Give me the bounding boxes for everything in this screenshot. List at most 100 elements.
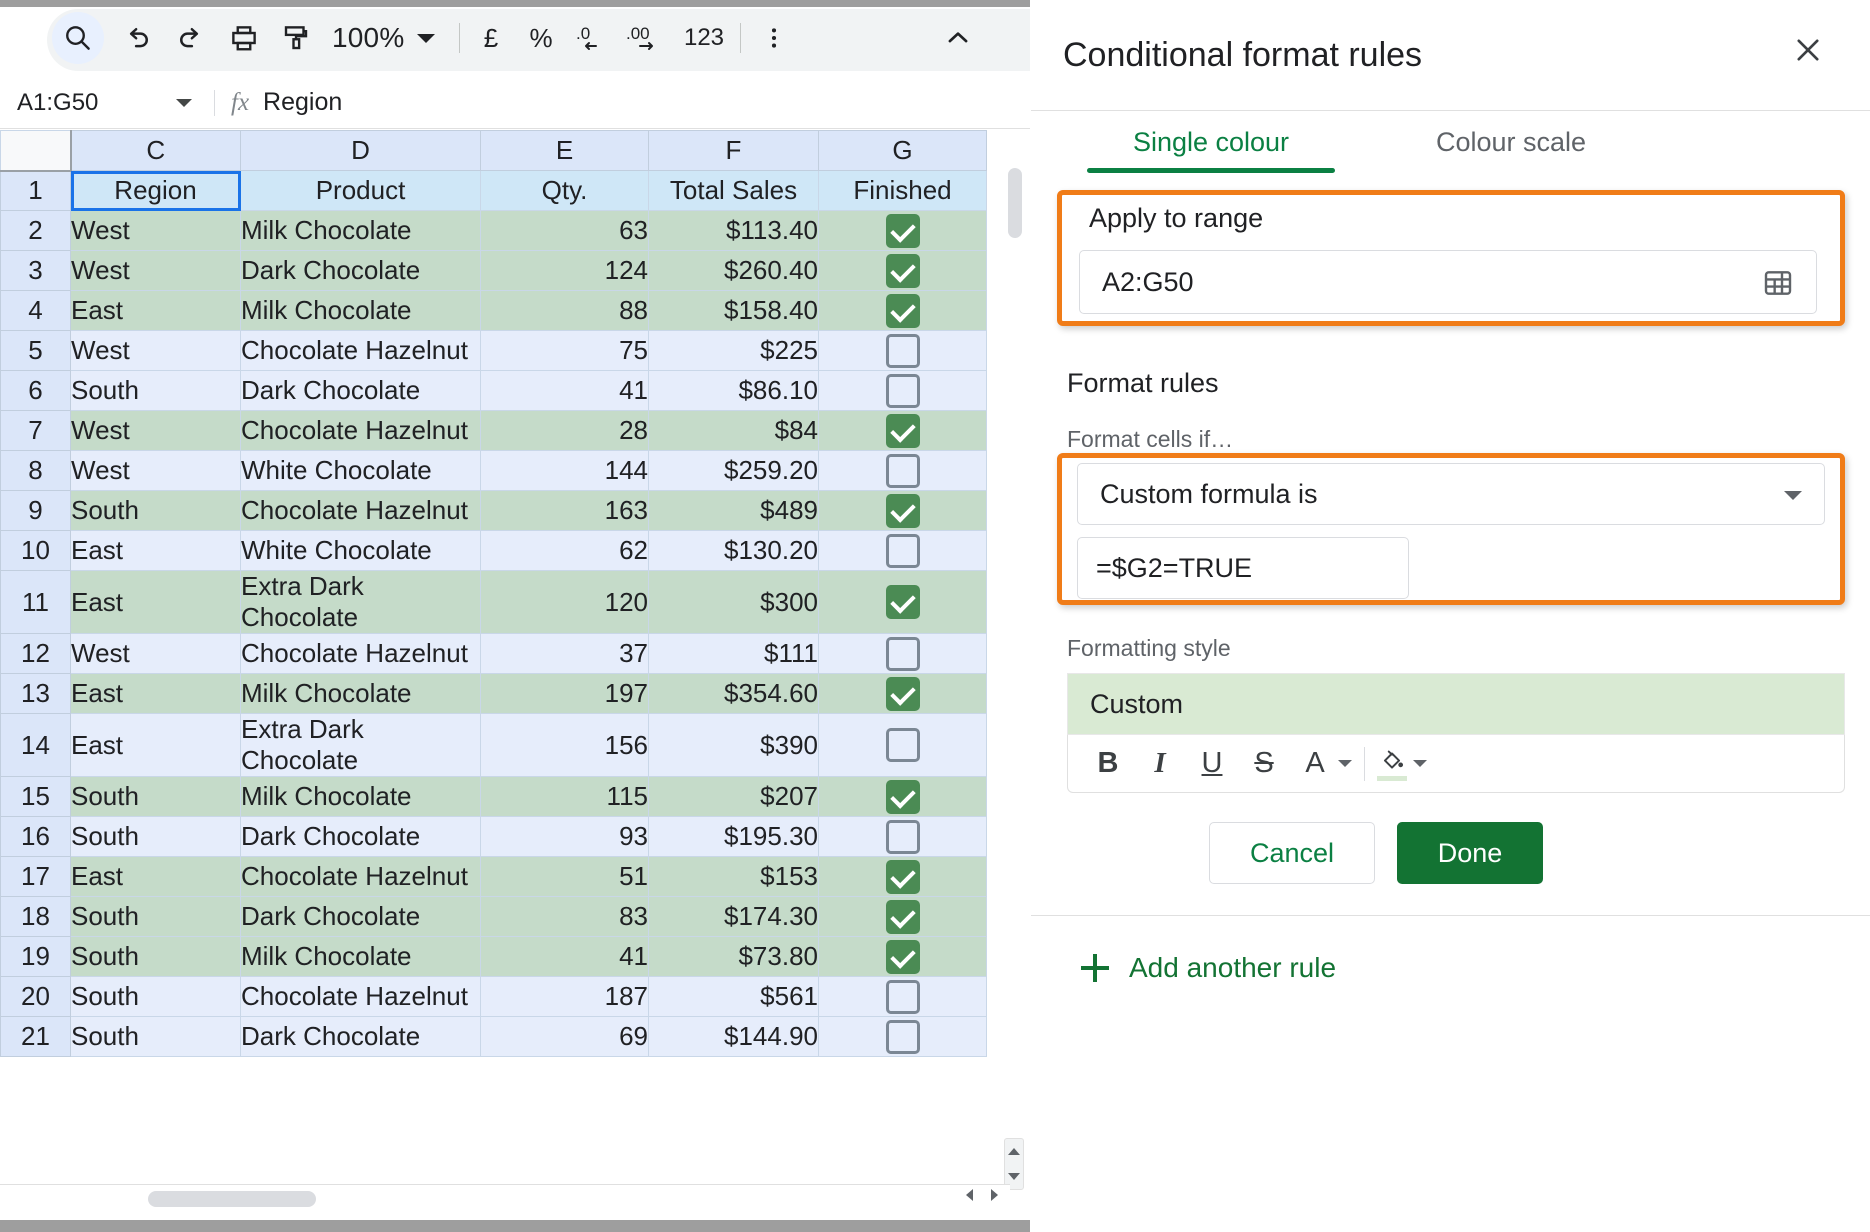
- column-header-D[interactable]: D: [240, 130, 481, 171]
- underline-button[interactable]: U: [1186, 738, 1238, 790]
- row-header-4[interactable]: 4: [0, 290, 71, 331]
- cell-region[interactable]: East: [70, 570, 241, 634]
- cell-finished[interactable]: [818, 370, 987, 411]
- checkbox-unchecked-icon[interactable]: [885, 333, 920, 368]
- cell-product[interactable]: Chocolate Hazelnut: [240, 633, 481, 674]
- search-button[interactable]: [52, 12, 104, 64]
- cell-finished[interactable]: [818, 856, 987, 897]
- cell-qty[interactable]: 63: [480, 210, 649, 251]
- currency-format-button[interactable]: £: [468, 12, 514, 64]
- row-header-12[interactable]: 12: [0, 633, 71, 674]
- cell-total-sales[interactable]: $225: [648, 330, 819, 371]
- redo-button[interactable]: [164, 12, 216, 64]
- cell-product[interactable]: Dark Chocolate: [240, 896, 481, 937]
- name-box[interactable]: A1:G50: [0, 89, 150, 117]
- cell-region[interactable]: West: [70, 410, 241, 451]
- column-title-product[interactable]: Product: [240, 170, 481, 211]
- cell-total-sales[interactable]: $390: [648, 713, 819, 777]
- scroll-left-icon[interactable]: [966, 1189, 973, 1201]
- cell-product[interactable]: White Chocolate: [240, 530, 481, 571]
- cell-product[interactable]: Extra Dark Chocolate: [240, 570, 481, 634]
- cell-region[interactable]: South: [70, 490, 241, 531]
- cell-finished[interactable]: [818, 1016, 987, 1057]
- row-header-1[interactable]: 1: [0, 170, 71, 211]
- cell-product[interactable]: White Chocolate: [240, 450, 481, 491]
- cell-region[interactable]: West: [70, 450, 241, 491]
- cell-product[interactable]: Milk Chocolate: [240, 210, 481, 251]
- row-header-17[interactable]: 17: [0, 856, 71, 897]
- cell-region[interactable]: West: [70, 250, 241, 291]
- cell-region[interactable]: East: [70, 673, 241, 714]
- column-title-qty[interactable]: Qty.: [480, 170, 649, 211]
- row-header-13[interactable]: 13: [0, 673, 71, 714]
- cell-total-sales[interactable]: $561: [648, 976, 819, 1017]
- checkbox-unchecked-icon[interactable]: [885, 819, 920, 854]
- cell-region[interactable]: East: [70, 290, 241, 331]
- italic-button[interactable]: I: [1134, 738, 1186, 790]
- cell-product[interactable]: Dark Chocolate: [240, 1016, 481, 1057]
- cell-qty[interactable]: 187: [480, 976, 649, 1017]
- done-button[interactable]: Done: [1397, 822, 1543, 884]
- scroll-up-icon[interactable]: [1008, 1148, 1020, 1155]
- column-header-F[interactable]: F: [648, 130, 819, 171]
- add-another-rule-button[interactable]: Add another rule: [1081, 940, 1336, 996]
- cell-total-sales[interactable]: $489: [648, 490, 819, 531]
- row-header-3[interactable]: 3: [0, 250, 71, 291]
- checkbox-checked-icon[interactable]: [885, 253, 920, 288]
- cell-qty[interactable]: 115: [480, 776, 649, 817]
- cell-finished[interactable]: [818, 330, 987, 371]
- cell-product[interactable]: Dark Chocolate: [240, 370, 481, 411]
- cell-product[interactable]: Milk Chocolate: [240, 673, 481, 714]
- row-header-18[interactable]: 18: [0, 896, 71, 937]
- vertical-scrollbar[interactable]: [1008, 168, 1022, 968]
- cell-region[interactable]: West: [70, 210, 241, 251]
- cell-qty[interactable]: 37: [480, 633, 649, 674]
- cell-finished[interactable]: [818, 816, 987, 857]
- zoom-selector[interactable]: 100%: [322, 12, 445, 64]
- row-header-14[interactable]: 14: [0, 713, 71, 777]
- cell-product[interactable]: Dark Chocolate: [240, 816, 481, 857]
- cell-product[interactable]: Chocolate Hazelnut: [240, 330, 481, 371]
- column-header-E[interactable]: E: [480, 130, 649, 171]
- cell-qty[interactable]: 41: [480, 370, 649, 411]
- checkbox-checked-icon[interactable]: [885, 213, 920, 248]
- undo-button[interactable]: [112, 12, 164, 64]
- tab-colour-scale[interactable]: Colour scale: [1361, 111, 1661, 173]
- row-header-9[interactable]: 9: [0, 490, 71, 531]
- cell-finished[interactable]: [818, 713, 987, 777]
- cell-qty[interactable]: 75: [480, 330, 649, 371]
- cell-qty[interactable]: 156: [480, 713, 649, 777]
- row-header-19[interactable]: 19: [0, 936, 71, 977]
- cell-qty[interactable]: 62: [480, 530, 649, 571]
- name-box-chevron-down-icon[interactable]: [176, 98, 192, 107]
- cell-finished[interactable]: [818, 633, 987, 674]
- horizontal-scrollbar-thumb[interactable]: [148, 1191, 316, 1207]
- tab-single-colour[interactable]: Single colour: [1061, 111, 1361, 173]
- cell-total-sales[interactable]: $86.10: [648, 370, 819, 411]
- checkbox-checked-icon[interactable]: [885, 779, 920, 814]
- cell-region[interactable]: South: [70, 1016, 241, 1057]
- cell-region[interactable]: South: [70, 816, 241, 857]
- row-header-16[interactable]: 16: [0, 816, 71, 857]
- cell-qty[interactable]: 83: [480, 896, 649, 937]
- cell-total-sales[interactable]: $130.20: [648, 530, 819, 571]
- text-colour-button[interactable]: A: [1298, 738, 1352, 790]
- row-header-15[interactable]: 15: [0, 776, 71, 817]
- cell-finished[interactable]: [818, 210, 987, 251]
- row-header-11[interactable]: 11: [0, 570, 71, 634]
- cell-region[interactable]: South: [70, 936, 241, 977]
- formula-input[interactable]: Region: [263, 88, 342, 117]
- cell-total-sales[interactable]: $84: [648, 410, 819, 451]
- paint-format-button[interactable]: [270, 12, 322, 64]
- cell-product[interactable]: Chocolate Hazelnut: [240, 410, 481, 451]
- cell-finished[interactable]: [818, 530, 987, 571]
- cell-region[interactable]: East: [70, 530, 241, 571]
- collapse-toolbar-button[interactable]: [932, 12, 984, 64]
- more-formats-button[interactable]: 123: [676, 12, 732, 64]
- cell-product[interactable]: Chocolate Hazelnut: [240, 976, 481, 1017]
- checkbox-unchecked-icon[interactable]: [885, 728, 920, 763]
- cell-region[interactable]: South: [70, 370, 241, 411]
- cell-qty[interactable]: 69: [480, 1016, 649, 1057]
- cell-finished[interactable]: [818, 490, 987, 531]
- cell-total-sales[interactable]: $158.40: [648, 290, 819, 331]
